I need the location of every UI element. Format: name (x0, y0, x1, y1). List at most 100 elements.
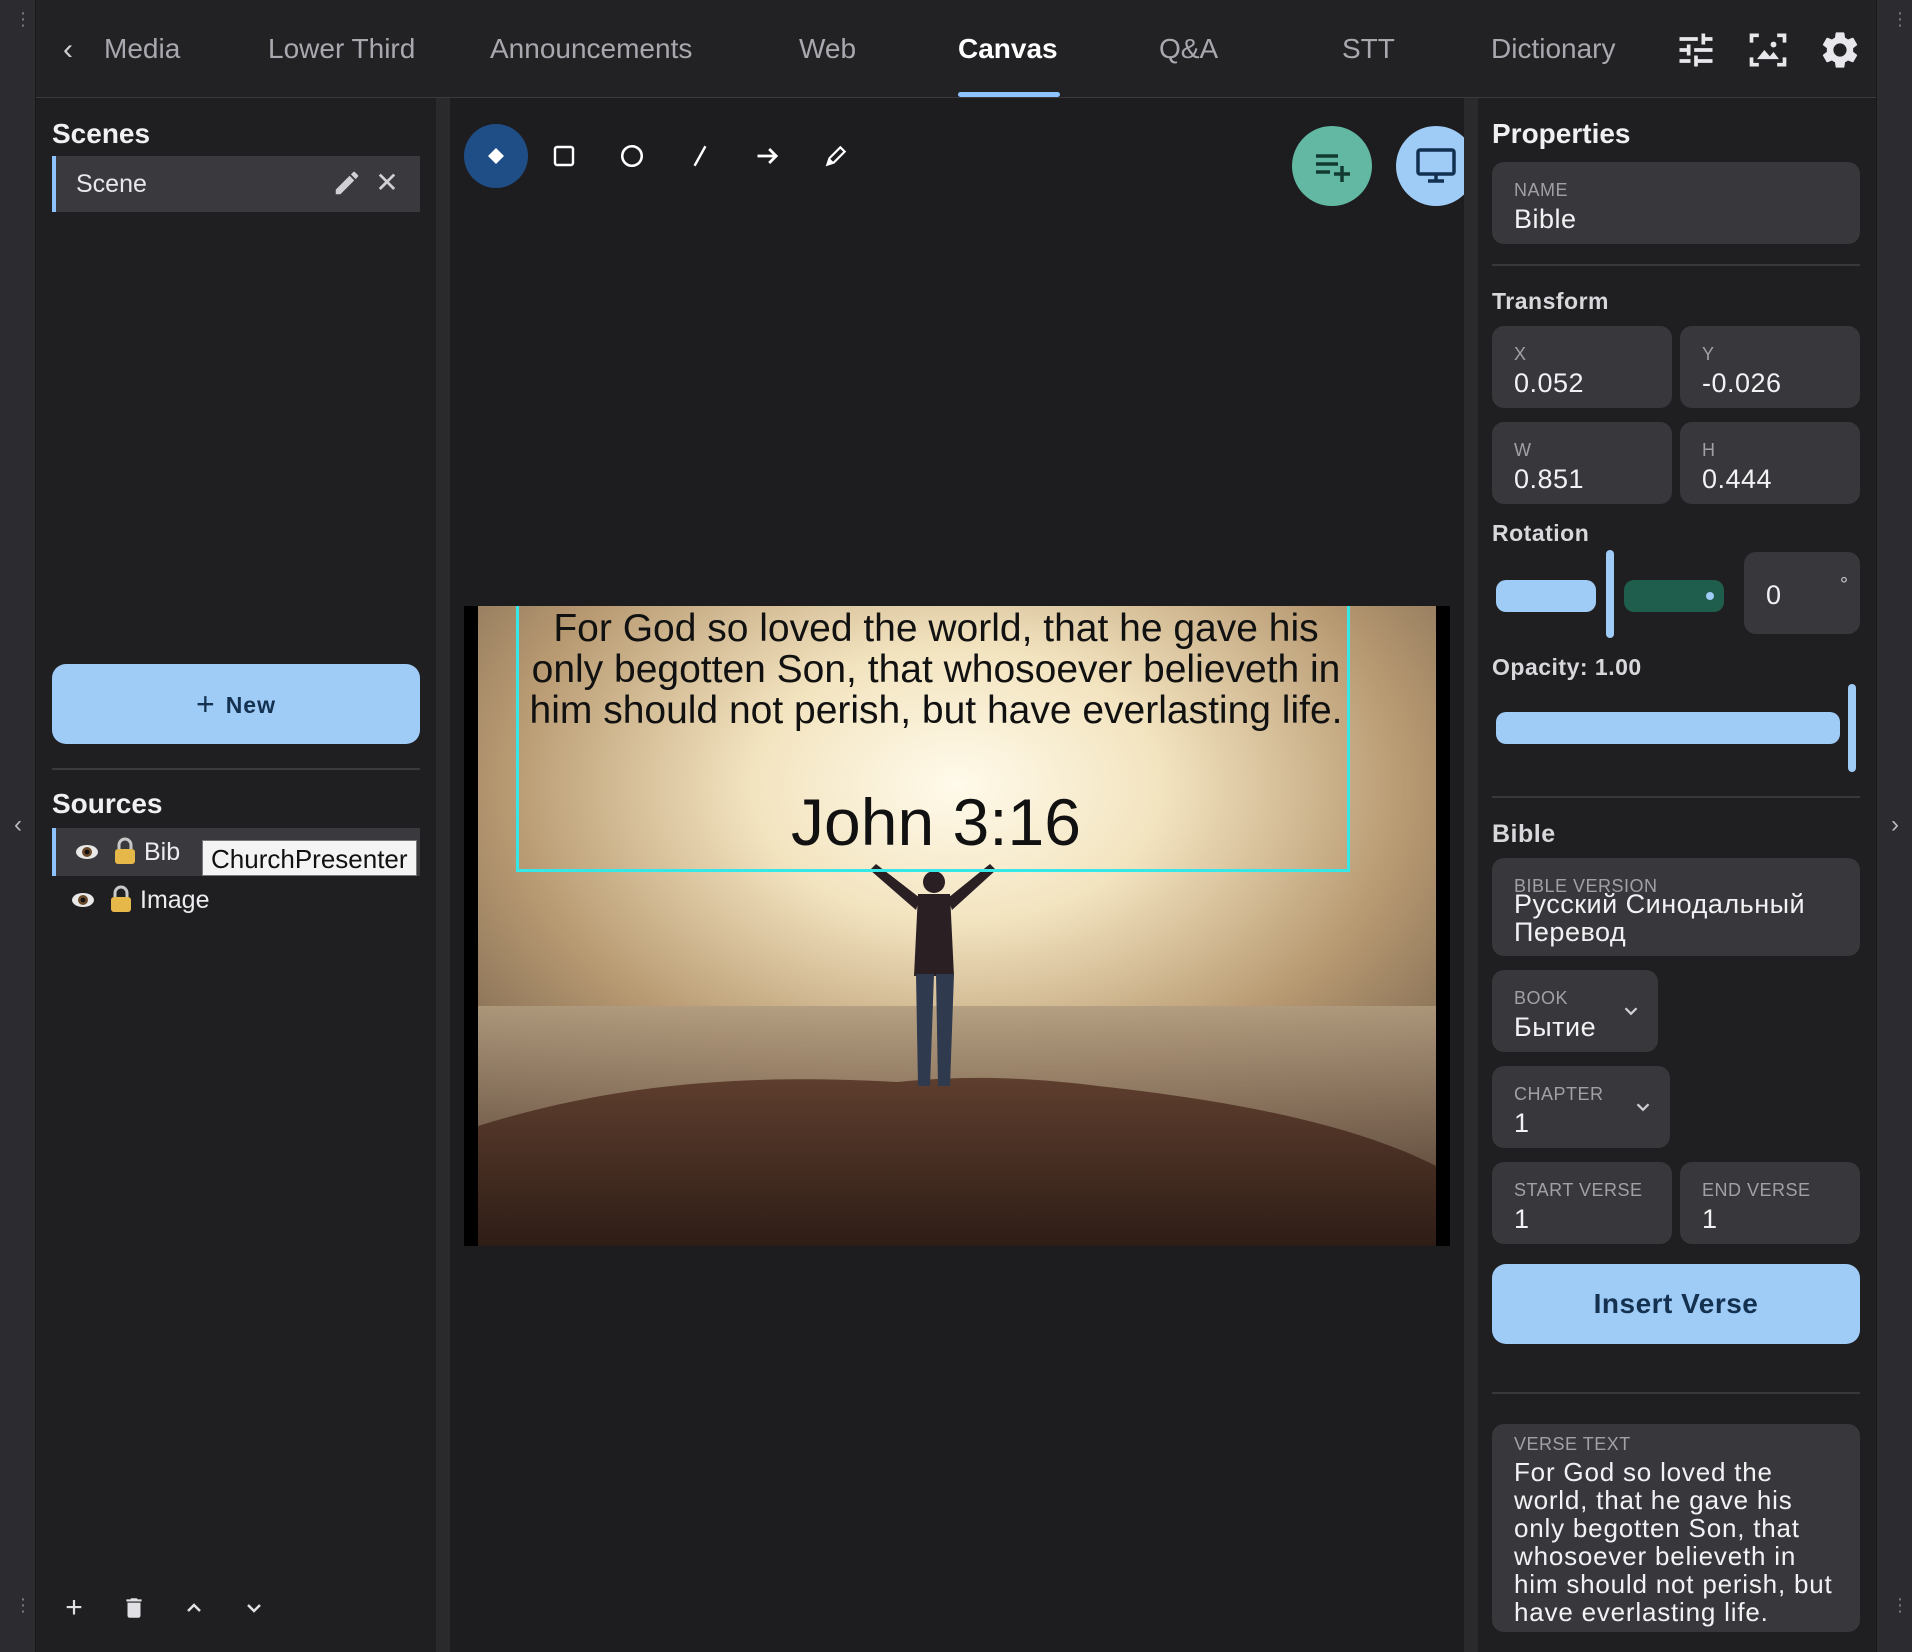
name-field[interactable]: NAME Bible (1492, 162, 1860, 244)
drag-handle-icon[interactable]: ⋮ (1891, 10, 1909, 28)
add-to-playlist-button[interactable] (1292, 126, 1372, 206)
eye-icon[interactable] (68, 886, 98, 914)
chevron-down-icon (1620, 1000, 1642, 1022)
book-select[interactable]: BOOK Бытие (1492, 970, 1658, 1052)
canvas-preview[interactable]: For God so loved the world, that he gave… (464, 606, 1450, 1246)
rotation-slider-thumb[interactable] (1606, 550, 1614, 638)
canvas-verse-text: For God so loved the world, that he gave… (529, 607, 1343, 732)
start-verse-value: 1 (1514, 1204, 1530, 1234)
source-label: Bib (144, 838, 181, 866)
left-window-edge: ⋮ ‹ ⋮ (0, 0, 36, 1652)
select-diamond-icon[interactable] (464, 124, 528, 188)
verse-text-value: For God so loved the world, that he gave… (1514, 1457, 1833, 1627)
scene-list-item[interactable]: Scene ✕ (52, 156, 420, 212)
tab-canvas[interactable]: Canvas (958, 0, 1058, 98)
y-label: Y (1702, 344, 1715, 364)
verse-text-field[interactable]: VERSE TEXT For God so loved the world, t… (1492, 1424, 1860, 1632)
transform-title: Transform (1492, 288, 1609, 314)
rotation-slider-fill (1496, 580, 1596, 612)
lock-icon[interactable] (112, 836, 138, 866)
left-panel: Scenes Scene ✕ + New Sources Bib ChurchPr… (36, 98, 436, 1652)
new-scene-button[interactable]: + New (52, 664, 420, 744)
insert-verse-button[interactable]: Insert Verse (1492, 1264, 1860, 1344)
tab-announcements[interactable]: Announcements (490, 0, 692, 98)
lock-icon[interactable] (108, 884, 134, 914)
opacity-slider-thumb[interactable] (1848, 684, 1856, 772)
image-frame-icon[interactable] (1746, 28, 1790, 72)
rotation-label: Rotation (1492, 520, 1590, 546)
pencil-icon[interactable] (332, 168, 362, 198)
source-toolbar: + (52, 1586, 420, 1630)
opacity-slider[interactable] (1492, 684, 1860, 774)
tab-bar: ‹ Media Lower Third Announcements Web Ca… (36, 0, 1876, 98)
source-item-bible[interactable]: Bib ChurchPresenter (52, 828, 420, 876)
new-scene-label: New (225, 692, 276, 718)
source-item-image[interactable]: Image (52, 876, 420, 924)
expand-right-icon[interactable]: › (1885, 810, 1905, 840)
divider (52, 768, 420, 770)
circle-icon[interactable] (600, 124, 664, 188)
close-icon[interactable]: ✕ (372, 168, 402, 198)
x-value: 0.052 (1514, 368, 1585, 398)
add-to-playlist-icon (1316, 154, 1350, 182)
drag-handle-icon[interactable]: ⋮ (14, 10, 32, 28)
tab-lower-third[interactable]: Lower Third (268, 0, 415, 98)
properties-title: Properties (1492, 118, 1631, 149)
tab-stt[interactable]: STT (1342, 0, 1395, 98)
h-label: H (1702, 440, 1716, 460)
collapse-left-icon[interactable]: ‹ (8, 810, 28, 840)
panel-splitter[interactable] (436, 98, 450, 1652)
add-icon[interactable]: + (52, 1586, 96, 1630)
trash-icon[interactable] (112, 1586, 156, 1630)
rotation-value: 0 (1766, 580, 1782, 610)
bible-version-value: Русский Синодальный Перевод (1514, 889, 1806, 947)
divider (1492, 1392, 1860, 1394)
w-field[interactable]: W 0.851 (1492, 422, 1672, 504)
canvas-verse-reference: John 3:16 (791, 785, 1081, 859)
chapter-select[interactable]: CHAPTER 1 (1492, 1066, 1670, 1148)
verse-text-label: VERSE TEXT (1514, 1434, 1631, 1454)
back-chevron-icon[interactable]: ‹ (50, 30, 86, 70)
name-label: NAME (1514, 180, 1569, 200)
w-value: 0.851 (1514, 464, 1585, 494)
rectangle-icon[interactable] (532, 124, 596, 188)
opacity-slider-fill (1496, 712, 1840, 744)
tooltip: ChurchPresenter (202, 840, 417, 876)
arrow-icon[interactable] (736, 124, 800, 188)
chapter-value: 1 (1514, 1108, 1530, 1138)
degree-unit: ° (1840, 574, 1848, 596)
start-verse-field[interactable]: START VERSE 1 (1492, 1162, 1672, 1244)
end-verse-label: END VERSE (1702, 1180, 1811, 1200)
x-label: X (1514, 344, 1527, 364)
move-down-icon[interactable] (232, 1586, 276, 1630)
tab-web[interactable]: Web (799, 0, 856, 98)
end-verse-value: 1 (1702, 1204, 1718, 1234)
bible-text-element[interactable]: For God so loved the world, that he gave… (516, 606, 1350, 872)
end-verse-field[interactable]: END VERSE 1 (1680, 1162, 1860, 1244)
panel-splitter[interactable] (1464, 98, 1478, 1652)
tab-qa[interactable]: Q&A (1159, 0, 1218, 98)
line-icon[interactable] (668, 124, 732, 188)
rotation-input[interactable]: 0 ° (1744, 552, 1860, 634)
tab-media[interactable]: Media (104, 0, 180, 98)
x-field[interactable]: X 0.052 (1492, 326, 1672, 408)
eye-icon[interactable] (72, 838, 102, 866)
bible-section-title: Bible (1492, 820, 1556, 848)
drag-handle-icon[interactable]: ⋮ (14, 1596, 32, 1614)
slider-end-dot (1706, 592, 1714, 600)
tab-dictionary[interactable]: Dictionary (1491, 0, 1615, 98)
drag-handle-icon[interactable]: ⋮ (1891, 1596, 1909, 1614)
y-field[interactable]: Y -0.026 (1680, 326, 1860, 408)
rotation-slider-track (1624, 580, 1724, 612)
sliders-icon[interactable] (1674, 28, 1718, 72)
right-window-edge: ⋮ › ⋮ (1876, 0, 1912, 1652)
scenes-title: Scenes (52, 118, 151, 149)
move-up-icon[interactable] (172, 1586, 216, 1630)
h-field[interactable]: H 0.444 (1680, 422, 1860, 504)
opacity-label: Opacity: 1.00 (1492, 654, 1642, 680)
rotation-slider[interactable] (1492, 550, 1732, 638)
book-label: BOOK (1514, 988, 1569, 1008)
gear-icon[interactable] (1818, 28, 1862, 72)
pencil-icon[interactable] (804, 124, 868, 188)
bible-version-field[interactable]: BIBLE VERSION Русский Синодальный Перево… (1492, 858, 1860, 956)
